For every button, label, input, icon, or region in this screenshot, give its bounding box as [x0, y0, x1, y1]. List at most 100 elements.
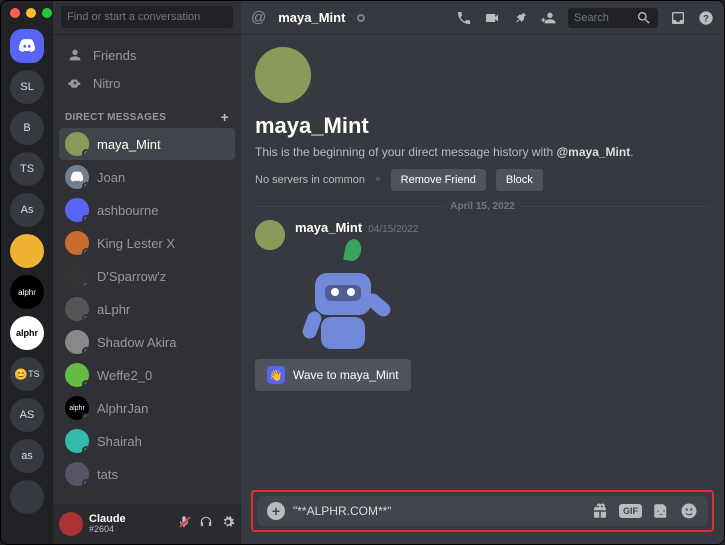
avatar — [65, 363, 89, 387]
dm-name: D'Sparrow'z — [97, 269, 166, 284]
dm-item[interactable]: Weffe2_0 — [59, 359, 235, 391]
gift-button[interactable] — [591, 502, 609, 520]
message[interactable]: maya_Mint 04/15/2022 — [255, 220, 710, 349]
dm-item[interactable]: Shadow Akira — [59, 326, 235, 358]
wave-button[interactable]: 👋 Wave to maya_Mint — [255, 359, 411, 391]
messages-content: maya_Mint This is the beginning of your … — [241, 35, 724, 482]
dm-name: aLphr — [97, 302, 130, 317]
discord-logo-icon — [18, 37, 36, 55]
deafen-button[interactable] — [199, 515, 213, 529]
mic-icon — [177, 515, 191, 529]
self-info[interactable]: Claude #2604 — [89, 513, 171, 535]
profile-name: maya_Mint — [255, 113, 710, 139]
server-sl[interactable]: SL — [10, 70, 44, 104]
server-alphr-light[interactable]: alphr — [10, 316, 44, 350]
dm-item[interactable]: Joan — [59, 161, 235, 193]
self-avatar[interactable] — [59, 512, 83, 536]
date-divider: April 15, 2022 — [255, 201, 710, 212]
mutual-servers-text: No servers in common — [255, 174, 365, 186]
avatar — [65, 429, 89, 453]
avatar — [65, 330, 89, 354]
dm-name: King Lester X — [97, 236, 175, 251]
server-pill[interactable] — [10, 234, 44, 268]
dm-item[interactable]: alphrAlphrJan — [59, 392, 235, 424]
chat-main: @ maya_Mint Search ? maya_Mint This is t… — [241, 1, 724, 544]
maximize-window-dot[interactable] — [42, 8, 52, 18]
dm-name: Weffe2_0 — [97, 368, 152, 383]
add-friend-button[interactable] — [540, 10, 556, 26]
avatar — [65, 198, 89, 222]
svg-text:?: ? — [703, 13, 709, 23]
leaf-icon — [343, 238, 363, 262]
help-button[interactable]: ? — [698, 10, 714, 26]
mute-mic-button[interactable] — [177, 515, 191, 534]
server-extra[interactable] — [10, 480, 44, 514]
profile-avatar[interactable] — [255, 47, 311, 103]
sticker-wumpus[interactable] — [295, 239, 415, 349]
server-b[interactable]: B — [10, 111, 44, 145]
inbox-button[interactable] — [670, 10, 686, 26]
dm-name: Joan — [97, 170, 125, 185]
status-indicator — [357, 14, 365, 22]
server-alphr-dark[interactable]: alphr — [10, 275, 44, 309]
friends-nav[interactable]: Friends — [59, 41, 235, 69]
server-as2[interactable]: AS — [10, 398, 44, 432]
avatar — [65, 165, 89, 189]
avatar — [65, 297, 89, 321]
create-dm-button[interactable]: + — [221, 109, 229, 125]
remove-friend-button[interactable]: Remove Friend — [391, 169, 486, 191]
message-avatar[interactable] — [255, 220, 285, 250]
header-username: maya_Mint — [278, 10, 345, 25]
message-author[interactable]: maya_Mint — [295, 220, 362, 235]
avatar — [65, 132, 89, 156]
avatar — [65, 264, 89, 288]
server-as[interactable]: As — [10, 193, 44, 227]
search-icon — [636, 10, 652, 26]
message-time: 04/15/2022 — [368, 224, 418, 235]
close-window-dot[interactable] — [10, 8, 20, 18]
minimize-window-dot[interactable] — [26, 8, 36, 18]
at-icon: @ — [251, 9, 266, 26]
block-button[interactable]: Block — [496, 169, 543, 191]
dm-item-maya[interactable]: maya_Mint — [59, 128, 235, 160]
search-bar[interactable]: Search — [568, 8, 658, 28]
nitro-label: Nitro — [93, 76, 120, 91]
self-tag: #2604 — [89, 525, 171, 535]
dm-name: maya_Mint — [97, 137, 161, 152]
wave-emoji-icon: 👋 — [267, 366, 285, 384]
avatar — [65, 231, 89, 255]
dm-item[interactable]: aLphr — [59, 293, 235, 325]
dm-item[interactable]: D'Sparrow'z — [59, 260, 235, 292]
dm-item[interactable]: ashbourne — [59, 194, 235, 226]
avatar — [65, 462, 89, 486]
dm-intro-text: This is the beginning of your direct mes… — [255, 145, 710, 159]
home-button[interactable] — [10, 29, 44, 63]
settings-button[interactable] — [221, 515, 235, 529]
dm-name: Shairah — [97, 434, 142, 449]
quick-switcher[interactable] — [53, 1, 241, 35]
voice-call-button[interactable] — [456, 10, 472, 26]
pinned-button[interactable] — [512, 10, 528, 26]
window-traffic-lights[interactable] — [10, 8, 52, 18]
dm-item[interactable]: King Lester X — [59, 227, 235, 259]
sticker-button[interactable] — [652, 502, 670, 520]
nitro-nav[interactable]: Nitro — [59, 69, 235, 97]
user-panel: Claude #2604 — [53, 504, 241, 544]
gif-button[interactable]: GIF — [619, 504, 642, 518]
friends-label: Friends — [93, 48, 136, 63]
video-call-button[interactable] — [484, 10, 500, 26]
server-ts[interactable]: TS — [10, 152, 44, 186]
message-input[interactable] — [293, 504, 583, 518]
dm-item[interactable]: Shairah — [59, 425, 235, 457]
dm-name: tats — [97, 467, 118, 482]
message-input-area: + GIF — [241, 482, 724, 544]
emoji-button[interactable] — [680, 502, 698, 520]
server-ts-emoji[interactable]: 😊TS — [10, 357, 44, 391]
conversation-search-input[interactable] — [61, 6, 233, 28]
dm-name: ashbourne — [97, 203, 158, 218]
dm-item[interactable]: tats — [59, 458, 235, 490]
dm-list: maya_Mint Joan ashbourne King Lester X D… — [53, 127, 241, 504]
server-as3[interactable]: as — [10, 439, 44, 473]
attach-button[interactable]: + — [267, 502, 285, 520]
input-highlight-box: + GIF — [251, 490, 714, 532]
